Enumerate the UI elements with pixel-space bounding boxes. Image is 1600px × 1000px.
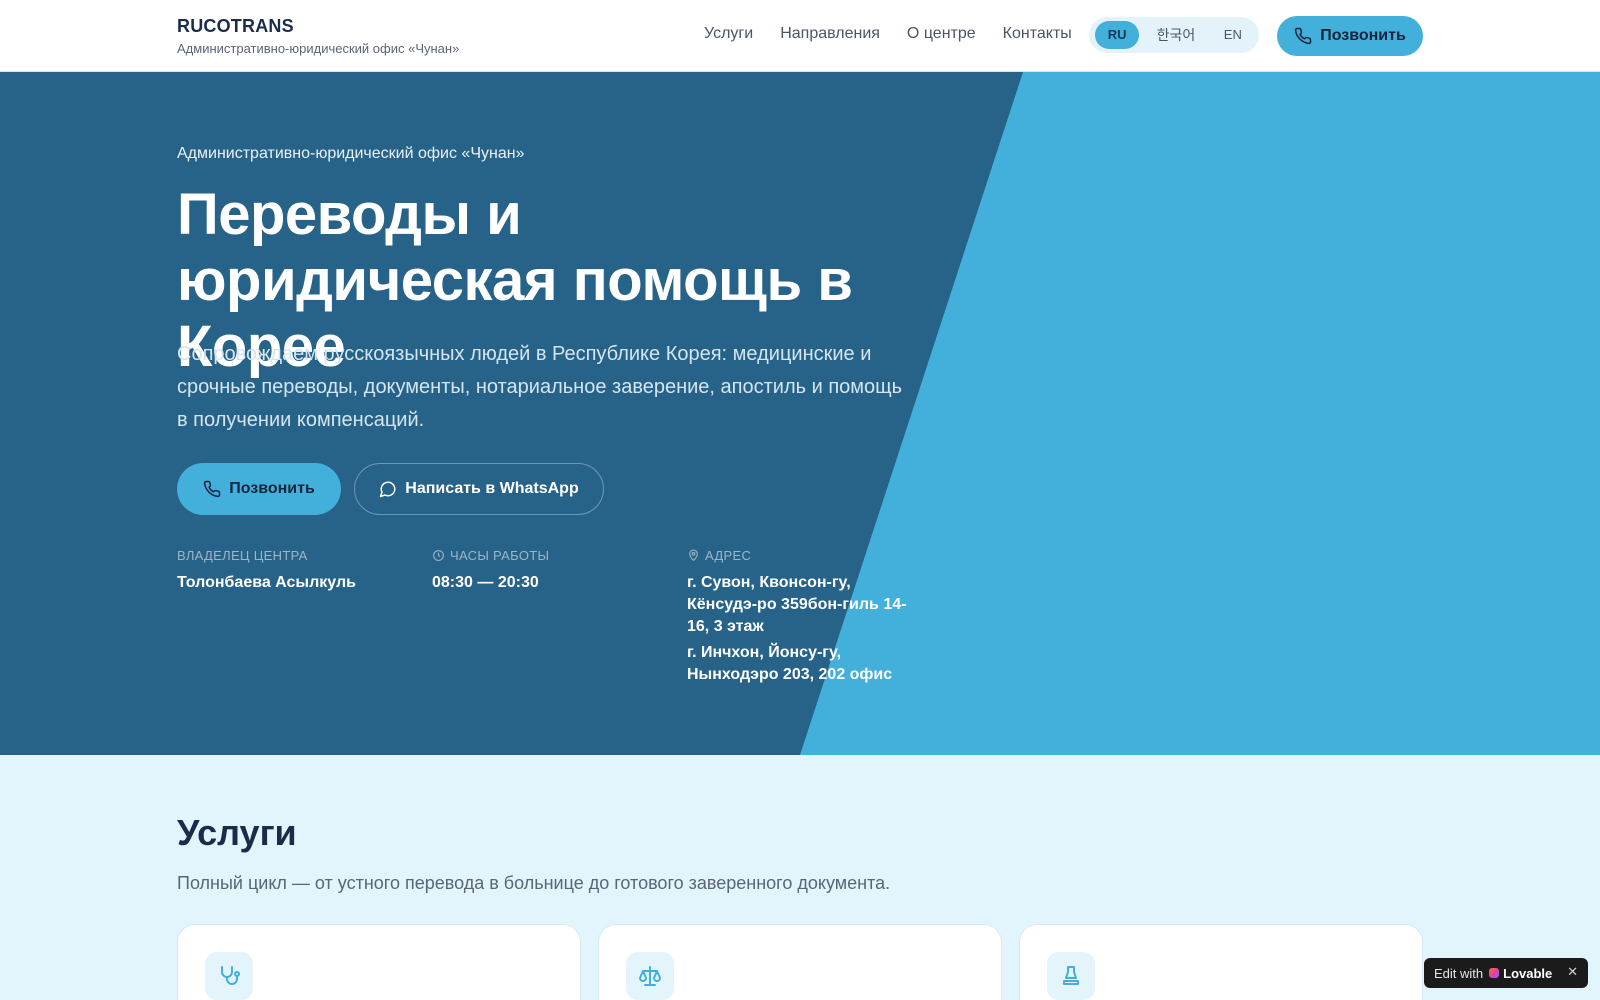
- owner-value: Толонбаева Асылкуль: [177, 574, 356, 591]
- hero-kicker: Административно-юридический офис «Чунан»: [177, 145, 525, 162]
- address-info: Адрес г. Сувон, Квонсон-гу, Кёнсудэ-ро 3…: [687, 546, 917, 686]
- lovable-logo-icon: [1489, 968, 1500, 978]
- header-call-label: Позвонить: [1320, 27, 1406, 44]
- site-header: RUCOTRANS Административно-юридический оф…: [0, 0, 1600, 72]
- service-card-legal[interactable]: [598, 924, 1002, 1000]
- hours-info: Часы работы 08:30 — 20:30: [432, 546, 549, 594]
- hero-call-label: Позвонить: [229, 480, 315, 497]
- address-label-row: Адрес: [687, 546, 917, 564]
- card-icon-box: [1047, 952, 1095, 1000]
- owner-label: Владелец центра: [177, 547, 308, 563]
- clock-icon: [433, 549, 444, 561]
- address-incheon: г. Инчхон, Йонсу-гу, Нынходэро 203, 202 …: [687, 644, 893, 683]
- language-switcher: RU 한국어 EN: [1089, 17, 1259, 53]
- lang-option-ko[interactable]: 한국어: [1141, 21, 1210, 49]
- hours-label-row: Часы работы: [432, 546, 549, 564]
- map-pin-icon: [689, 549, 698, 561]
- owner-info: Владелец центра Толонбаева Асылкуль: [177, 546, 356, 594]
- hours-label: Часы работы: [450, 547, 550, 563]
- address-suwon: г. Сувон, Квонсон-гу, Кёнсудэ-ро 359бон-…: [687, 574, 907, 635]
- service-card-medical[interactable]: [177, 924, 581, 1000]
- phone-icon: [1295, 27, 1312, 45]
- scales-icon: [639, 966, 661, 986]
- whatsapp-button[interactable]: Написать в WhatsApp: [354, 463, 604, 515]
- chat-bubble-icon: [380, 481, 396, 498]
- brand-name[interactable]: RUCOTRANS: [177, 16, 459, 37]
- address-label: Адрес: [705, 547, 752, 563]
- header-call-button[interactable]: Позвонить: [1277, 16, 1423, 56]
- lang-option-en[interactable]: EN: [1211, 21, 1255, 49]
- card-icon-box: [205, 952, 253, 1000]
- stethoscope-icon: [221, 966, 240, 985]
- services-subtitle: Полный цикл — от устного перевода в боль…: [177, 873, 891, 893]
- lang-option-ru[interactable]: RU: [1095, 21, 1140, 49]
- hero-description: Сопровождаем русскоязычных людей в Респу…: [177, 343, 903, 431]
- nav-item-services[interactable]: Услуги: [704, 25, 753, 43]
- nav-item-directions[interactable]: Направления: [780, 25, 880, 43]
- hero-call-button[interactable]: Позвонить: [177, 463, 341, 515]
- badge-brand: Lovable: [1503, 965, 1553, 981]
- card-icon-box: [626, 952, 674, 1000]
- hero-section: Административно-юридический офис «Чунан»…: [0, 72, 1600, 755]
- phone-icon: [204, 480, 221, 498]
- brand[interactable]: RUCOTRANS Административно-юридический оф…: [177, 16, 459, 56]
- hours-value: 08:30 — 20:30: [432, 574, 539, 591]
- main-nav: Услуги Направления О центре Контакты: [704, 25, 1072, 43]
- whatsapp-label: Написать в WhatsApp: [405, 480, 579, 497]
- lovable-badge[interactable]: Edit with Lovable ✕: [1424, 958, 1588, 988]
- stamp-icon: [1063, 966, 1079, 985]
- brand-subtitle: Административно-юридический офис «Чунан»: [177, 41, 460, 56]
- nav-item-about[interactable]: О центре: [907, 25, 976, 43]
- badge-prefix: Edit with: [1434, 965, 1484, 981]
- services-title: Услуги: [177, 812, 297, 853]
- nav-item-contacts[interactable]: Контакты: [1003, 25, 1072, 43]
- service-card-notary[interactable]: [1019, 924, 1423, 1000]
- close-icon[interactable]: ✕: [1567, 964, 1578, 980]
